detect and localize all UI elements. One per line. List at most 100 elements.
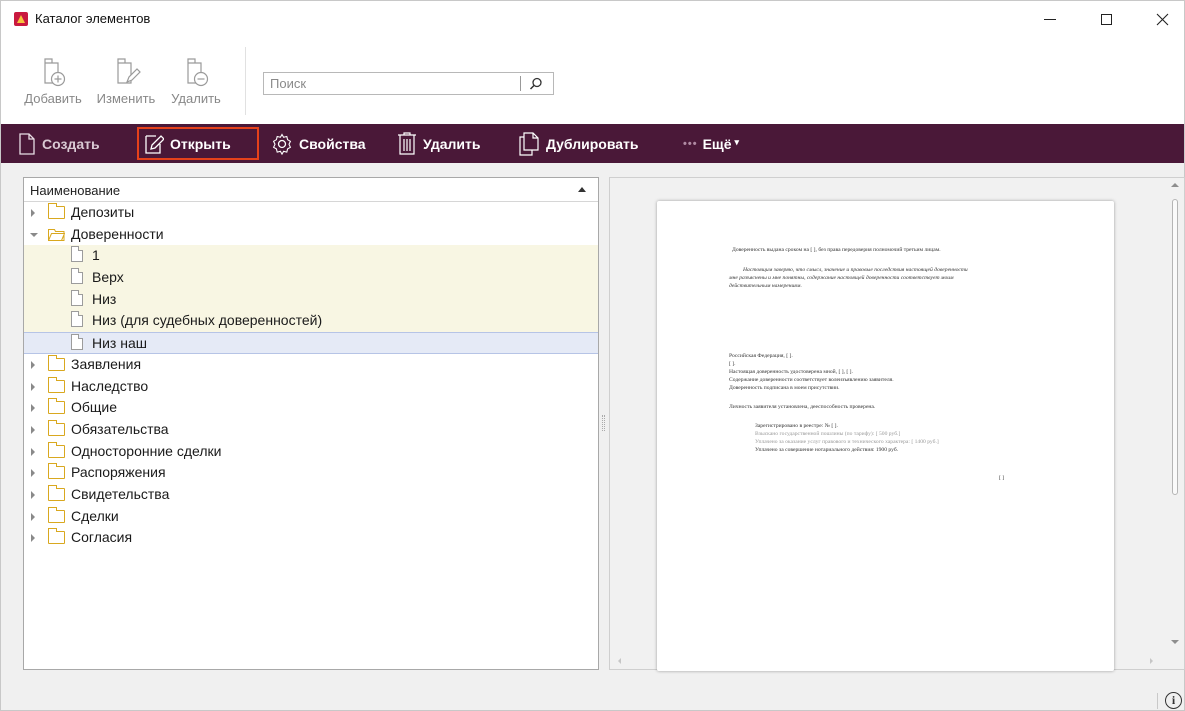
expand-arrow-icon[interactable]: [31, 447, 35, 456]
column-header-name[interactable]: Наименование: [24, 178, 598, 202]
preview-line: действительным намерениям.: [729, 283, 802, 289]
tree-folder-orders[interactable]: Распоряжения: [24, 462, 598, 484]
folder-add-icon: [44, 58, 66, 87]
tree-folder-powers-of-attorney[interactable]: Доверенности: [24, 224, 598, 246]
open-button[interactable]: Открыть: [137, 127, 259, 160]
tree-template-niz[interactable]: Низ: [24, 288, 598, 311]
search-input[interactable]: [264, 73, 519, 94]
tree-folder-consents[interactable]: Согласия: [24, 527, 598, 549]
search-divider: [520, 76, 521, 91]
delete-toolbar-label: Удалить: [423, 135, 481, 152]
status-divider: [1157, 693, 1158, 709]
scroll-right-icon[interactable]: [1150, 658, 1153, 664]
tree-folder-applications[interactable]: Заявления: [24, 354, 598, 376]
tree-template-niz-court[interactable]: Низ (для судебных доверенностей): [24, 310, 598, 333]
tree-folder-deals[interactable]: Сделки: [24, 506, 598, 528]
expand-arrow-icon[interactable]: [31, 360, 35, 369]
document-icon: [71, 289, 83, 306]
more-label: Ещё: [702, 135, 732, 152]
folder-icon: [48, 484, 65, 501]
folder-remove-icon: [187, 58, 209, 87]
more-dropdown[interactable]: ••• Ещё ▾: [683, 127, 739, 160]
ribbon-divider: [245, 47, 246, 115]
preview-line: Содержание доверенности соответствует во…: [729, 377, 894, 383]
expand-arrow-icon[interactable]: [31, 425, 35, 434]
ribbon: Добавить Изменить Удалить: [1, 37, 1184, 124]
info-icon[interactable]: i: [1165, 692, 1182, 709]
delete-label: Удалить: [171, 91, 221, 106]
tree-item-label: Согласия: [71, 529, 133, 546]
tree-folder-inheritance[interactable]: Наследство: [24, 376, 598, 398]
edit-button[interactable]: Изменить: [89, 47, 163, 117]
document-icon: [71, 334, 83, 351]
title-bar: Каталог элементов: [1, 1, 1184, 37]
tree-folder-certificates[interactable]: Свидетельства: [24, 484, 598, 506]
collapse-arrow-icon[interactable]: [30, 232, 38, 237]
tree-folder-obligations[interactable]: Обязательства: [24, 419, 598, 441]
gear-icon: [272, 132, 292, 155]
tree-item-label: Доверенности: [71, 225, 164, 242]
tree-template-verkh[interactable]: Верх: [24, 267, 598, 289]
expand-arrow-icon[interactable]: [31, 209, 35, 217]
minimize-button[interactable]: [1027, 1, 1073, 37]
tree-template-niz-nash-selected[interactable]: Низ наш: [24, 332, 598, 354]
tree-item-label: Сделки: [71, 507, 119, 524]
folder-icon: [48, 203, 65, 219]
tree-item-label: Распоряжения: [71, 464, 166, 481]
tree-folder-deposits[interactable]: Депозиты: [24, 202, 598, 224]
maximize-button[interactable]: [1083, 1, 1129, 37]
tree-item-label: Низ (для судебных доверенностей): [92, 312, 323, 329]
properties-label: Свойства: [299, 135, 366, 152]
panel-splitter[interactable]: [602, 415, 605, 431]
more-dots-icon: •••: [683, 137, 698, 150]
document-preview: Доверенность выдана сроком на [ ], без п…: [609, 177, 1185, 671]
ribbon-delete-button[interactable]: Удалить: [163, 47, 229, 117]
tree-folder-unilateral-deals[interactable]: Односторонние сделки: [24, 441, 598, 463]
preview-line: Настоящим заверяю, что смысл, значение и…: [743, 267, 968, 273]
expand-arrow-icon[interactable]: [31, 512, 35, 521]
tree-item-label: Общие: [71, 399, 118, 416]
scroll-up-icon[interactable]: [1171, 183, 1179, 187]
expand-arrow-icon[interactable]: [31, 404, 35, 413]
duplicate-button[interactable]: Дублировать: [518, 127, 639, 160]
horizontal-scrollbar[interactable]: [610, 653, 1167, 670]
open-label: Открыть: [170, 135, 231, 152]
preview-line: [ ].: [729, 361, 736, 367]
sort-ascending-icon: [578, 187, 586, 192]
add-button[interactable]: Добавить: [18, 47, 88, 117]
create-label: Создать: [42, 135, 100, 152]
tree-item-label: Низ: [92, 290, 117, 307]
folder-icon: [48, 398, 65, 415]
window-title: Каталог элементов: [35, 11, 151, 26]
duplicate-label: Дублировать: [546, 135, 639, 152]
delete-button[interactable]: Удалить: [397, 127, 480, 160]
preview-line: мне разъяснены и мне понятны, содержание…: [729, 275, 954, 281]
scroll-down-icon[interactable]: [1171, 640, 1179, 644]
preview-line: Уплачено за оказание услуг правового и т…: [755, 439, 939, 445]
preview-line: Личность заявителя установлена, дееспосо…: [729, 404, 876, 410]
expand-arrow-icon[interactable]: [31, 534, 35, 543]
tree-template-1[interactable]: 1: [24, 245, 598, 268]
expand-arrow-icon[interactable]: [31, 469, 35, 478]
expand-arrow-icon[interactable]: [31, 382, 35, 391]
new-document-icon: [19, 132, 35, 155]
duplicate-icon: [519, 131, 539, 156]
folder-icon: [48, 441, 65, 458]
folder-icon: [48, 506, 65, 523]
expand-arrow-icon[interactable]: [31, 490, 35, 499]
maximize-icon: [1100, 13, 1112, 25]
folder-icon: [48, 463, 65, 480]
add-label: Добавить: [24, 91, 82, 106]
preview-line: Зарегистрировано в реестре: № [ ].: [755, 423, 838, 429]
search-icon[interactable]: [528, 76, 544, 92]
tree-folder-general[interactable]: Общие: [24, 397, 598, 419]
close-button[interactable]: [1139, 1, 1185, 37]
vertical-scrollbar[interactable]: [1167, 178, 1184, 653]
properties-button[interactable]: Свойства: [271, 127, 366, 160]
scroll-thumb[interactable]: [1172, 199, 1178, 495]
scroll-left-icon[interactable]: [618, 658, 621, 664]
create-button[interactable]: Создать: [18, 127, 100, 160]
catalog-window: Каталог элементов Добавить Изменить Удал…: [0, 0, 1185, 711]
preview-line: Российская Федерация, [ ].: [729, 353, 793, 359]
close-icon: [1156, 13, 1168, 25]
